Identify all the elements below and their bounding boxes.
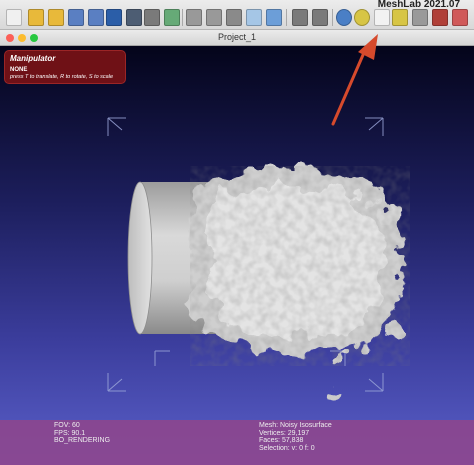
annotation-arrow [331, 34, 378, 126]
meshlab-window: MeshLab 2021.07 Project_1 Manipulator NO… [0, 0, 474, 465]
